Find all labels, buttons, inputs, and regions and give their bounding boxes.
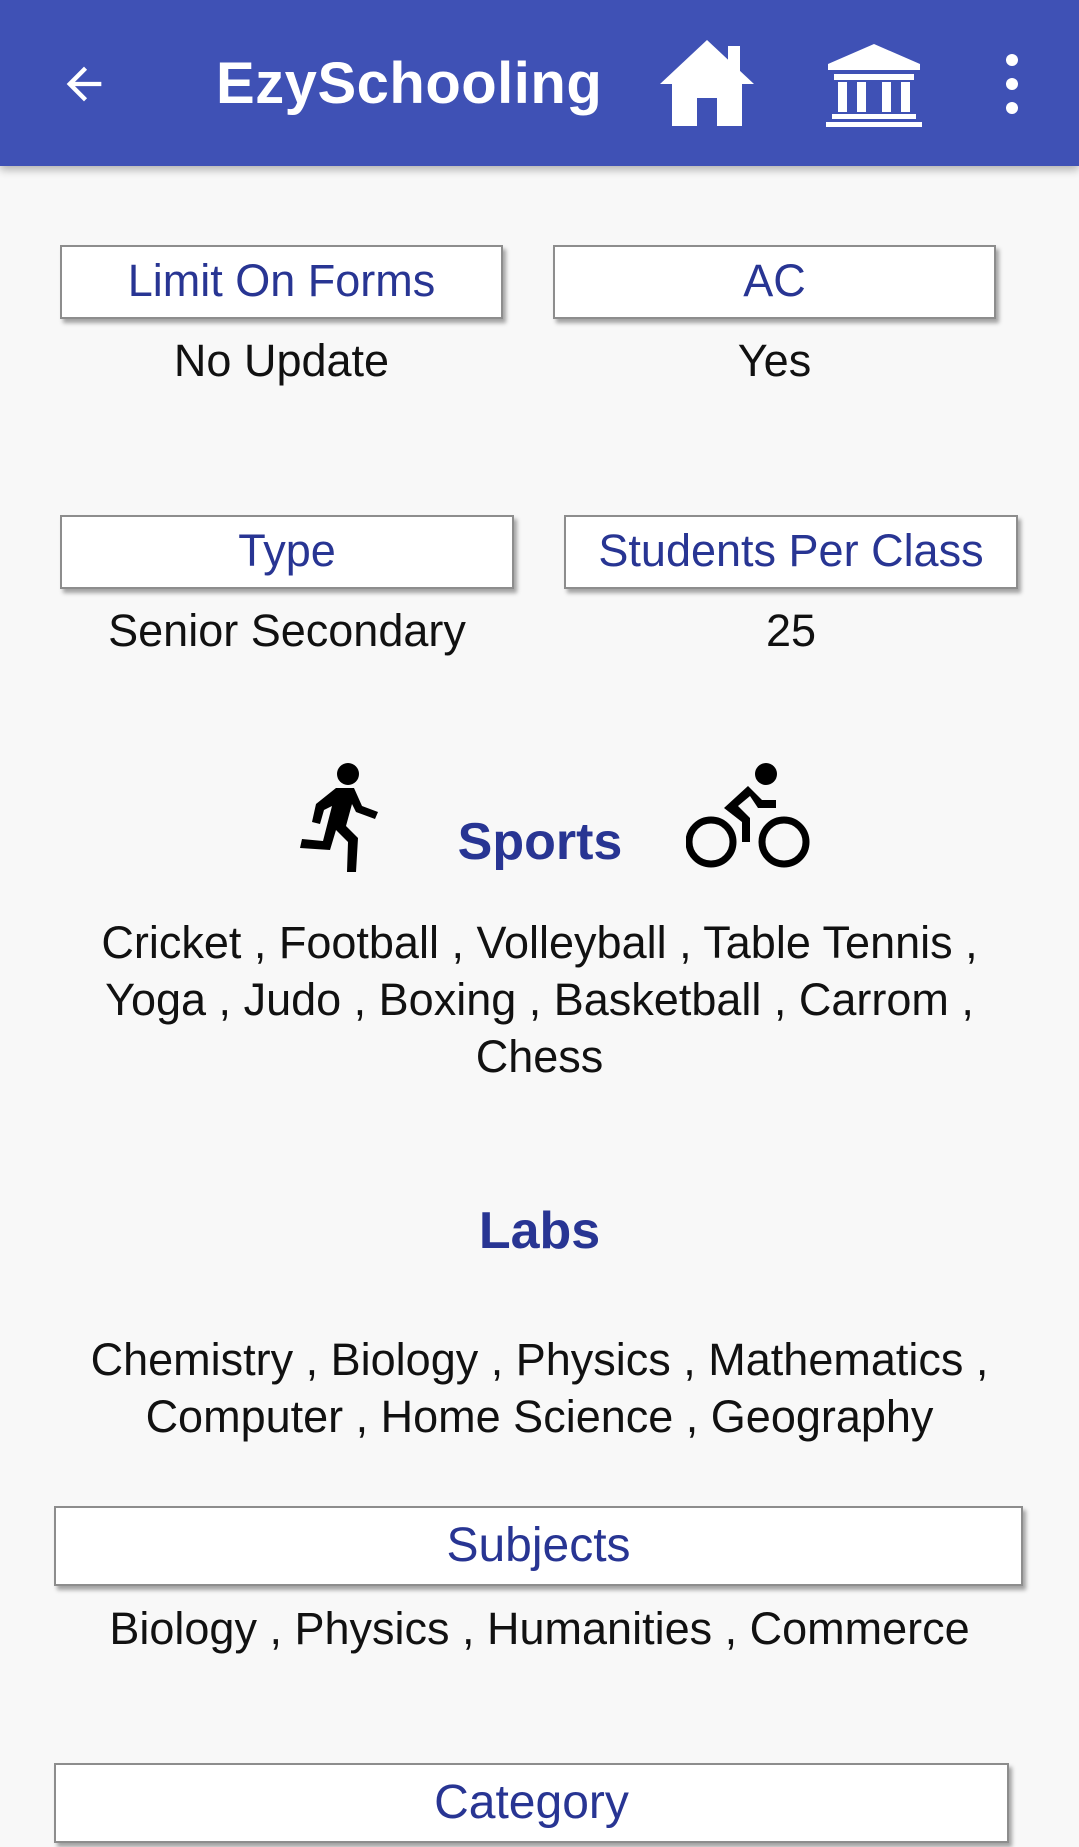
cycling-icon	[686, 763, 810, 868]
institution-button[interactable]	[824, 40, 924, 128]
limit-on-forms-label: Limit On Forms	[60, 245, 503, 319]
subjects-value: Biology , Physics , Humanities , Commerc…	[109, 1603, 970, 1654]
sports-list-line-1: Cricket , Football , Volleyball , Table …	[101, 917, 978, 968]
limit-on-forms-value: No Update	[173, 335, 390, 386]
app-bar: EzySchooling	[0, 0, 1079, 166]
category-label: Category	[54, 1763, 1009, 1843]
home-button[interactable]	[656, 36, 758, 130]
more-vert-icon	[1006, 54, 1018, 66]
running-icon	[300, 763, 378, 872]
back-button[interactable]	[52, 52, 116, 116]
type-value: Senior Secondary	[108, 605, 466, 656]
ac-label: AC	[553, 245, 996, 319]
home-icon	[660, 40, 754, 126]
labs-heading: Labs	[478, 1202, 601, 1260]
sports-heading: Sports	[457, 813, 623, 871]
type-label: Type	[60, 515, 514, 589]
ac-value: Yes	[737, 335, 812, 386]
sports-list-line-3: Chess	[475, 1031, 604, 1082]
labs-list-line-1: Chemistry , Biology , Physics , Mathemat…	[90, 1334, 989, 1385]
students-per-class-value: 25	[765, 605, 817, 656]
more-options-button[interactable]	[990, 48, 1034, 120]
institution-icon	[826, 44, 922, 127]
labs-list-line-2: Computer , Home Science , Geography	[145, 1391, 934, 1442]
students-per-class-label: Students Per Class	[564, 515, 1018, 589]
sports-list-line-2: Yoga , Judo , Boxing , Basketball , Carr…	[105, 974, 974, 1025]
subjects-label: Subjects	[54, 1506, 1023, 1586]
app-title: EzySchooling	[216, 51, 603, 116]
back-arrow-icon	[66, 66, 102, 102]
